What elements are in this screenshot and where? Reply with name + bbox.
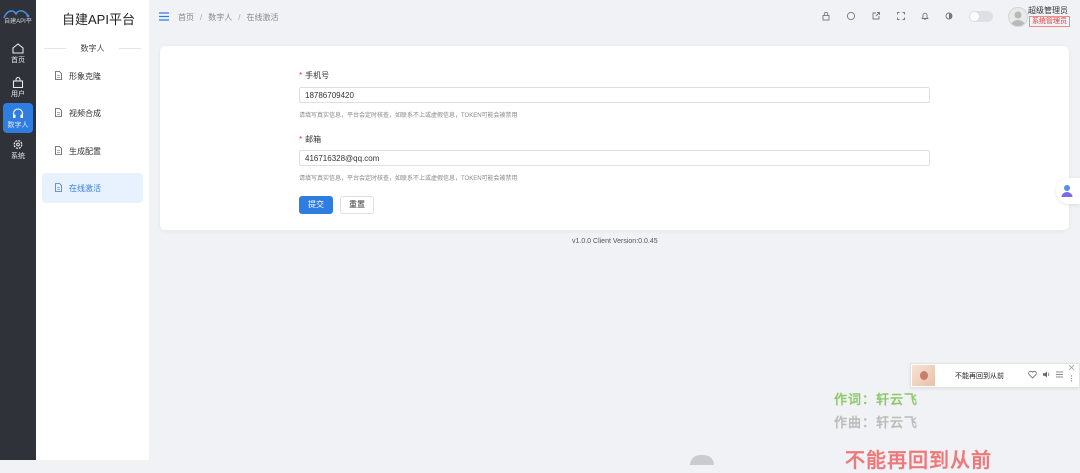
notification-icon[interactable] <box>920 11 930 21</box>
sidebar-group-title: 数字人 <box>80 44 105 53</box>
sidebar-group-header: 数字人 <box>44 43 141 53</box>
fullscreen-icon[interactable] <box>896 11 906 21</box>
github-icon[interactable] <box>846 11 856 21</box>
gear-icon <box>13 140 23 149</box>
document-icon <box>55 183 62 192</box>
breadcrumb: 首页 / 数字人 / 在线激活 <box>178 13 279 22</box>
player-song-title: 不能再回到从前 <box>955 373 1004 380</box>
phone-hint: 请填写真实信息，平台会定时核查，如联系不上或虚假信息，TOKEN可能会被禁用 <box>299 113 518 119</box>
volume-icon[interactable] <box>1042 370 1051 379</box>
toggle-knob <box>970 12 979 21</box>
sidebar-item-label: 在线激活 <box>69 184 101 193</box>
breadcrumb-digital-human[interactable]: 数字人 <box>208 13 232 22</box>
left-rail: 自建API平 首页 用户 数字人 系统 <box>0 0 36 460</box>
user-name[interactable]: 超级管理员 <box>1028 5 1068 16</box>
sidebar-item-video-synthesis[interactable]: 视频合成 <box>42 98 143 128</box>
heart-icon[interactable] <box>1028 370 1037 379</box>
lyric-line-1: 作词：轩云飞 <box>834 392 919 407</box>
email-label: * 邮箱 <box>299 135 322 144</box>
rail-item-label: 系统 <box>11 153 25 160</box>
assistant-icon <box>1061 185 1073 197</box>
document-icon <box>55 108 62 117</box>
email-input[interactable] <box>299 150 930 166</box>
playlist-icon[interactable] <box>1055 370 1064 379</box>
external-link-icon[interactable] <box>871 11 881 21</box>
close-icon[interactable] <box>1068 364 1075 371</box>
album-cover[interactable] <box>912 365 935 386</box>
email-hint: 请填写真实信息，平台会定时核查，如联系不上或虚假信息，TOKEN可能会被禁用 <box>299 176 518 182</box>
menu-icon[interactable] <box>1068 375 1075 382</box>
rail-item-label: 数字人 <box>7 122 29 129</box>
home-icon <box>12 43 24 54</box>
rail-item-home[interactable]: 首页 <box>3 38 33 68</box>
activation-form-card <box>160 46 1069 230</box>
lyric-decoration <box>690 455 714 465</box>
submit-button[interactable]: 提交 <box>299 196 333 214</box>
user-role-badge: 系统管理员 <box>1029 16 1070 27</box>
theme-toggle-switch[interactable] <box>969 11 993 22</box>
sidebar-item-generation-config[interactable]: 生成配置 <box>42 136 143 166</box>
document-icon <box>55 71 62 80</box>
version-text: v1.0.0 Client Version:0.0.45 <box>572 238 658 245</box>
lyric-line-2: 作曲：轩云飞 <box>834 415 919 430</box>
menu-toggle-icon[interactable] <box>159 12 169 21</box>
rail-item-label: 用户 <box>11 91 25 98</box>
avatar[interactable] <box>1008 7 1028 27</box>
sidebar-item-image-clone[interactable]: 形象克隆 <box>42 61 143 91</box>
lock-icon[interactable] <box>821 11 831 21</box>
sidebar-item-label: 生成配置 <box>69 147 101 156</box>
headset-icon <box>12 108 24 118</box>
document-icon <box>55 146 62 155</box>
phone-input[interactable] <box>299 87 930 103</box>
breadcrumb-home[interactable]: 首页 <box>178 13 194 22</box>
breadcrumb-current: 在线激活 <box>246 13 279 22</box>
rail-item-digital-human[interactable]: 数字人 <box>3 103 33 133</box>
theme-icon[interactable] <box>944 11 954 21</box>
phone-label: * 手机号 <box>299 71 330 80</box>
sidebar-item-online-activation[interactable]: 在线激活 <box>42 173 143 203</box>
avatar-image-icon <box>1011 11 1025 26</box>
rail-item-label: 首页 <box>11 57 25 64</box>
logo-text: 自建API平 <box>4 19 32 25</box>
sidebar-item-label: 形象克隆 <box>69 72 101 81</box>
assistant-float-button[interactable] <box>1056 178 1080 204</box>
sidebar-item-label: 视频合成 <box>69 109 101 118</box>
lyric-line-3: 不能再回到从前 <box>845 450 992 472</box>
rail-item-system[interactable]: 系统 <box>3 134 33 164</box>
rail-item-user[interactable]: 用户 <box>3 72 33 102</box>
reset-button[interactable]: 重置 <box>340 196 374 214</box>
app-title: 自建API平台 <box>62 12 135 27</box>
user-bag-icon <box>12 77 24 88</box>
